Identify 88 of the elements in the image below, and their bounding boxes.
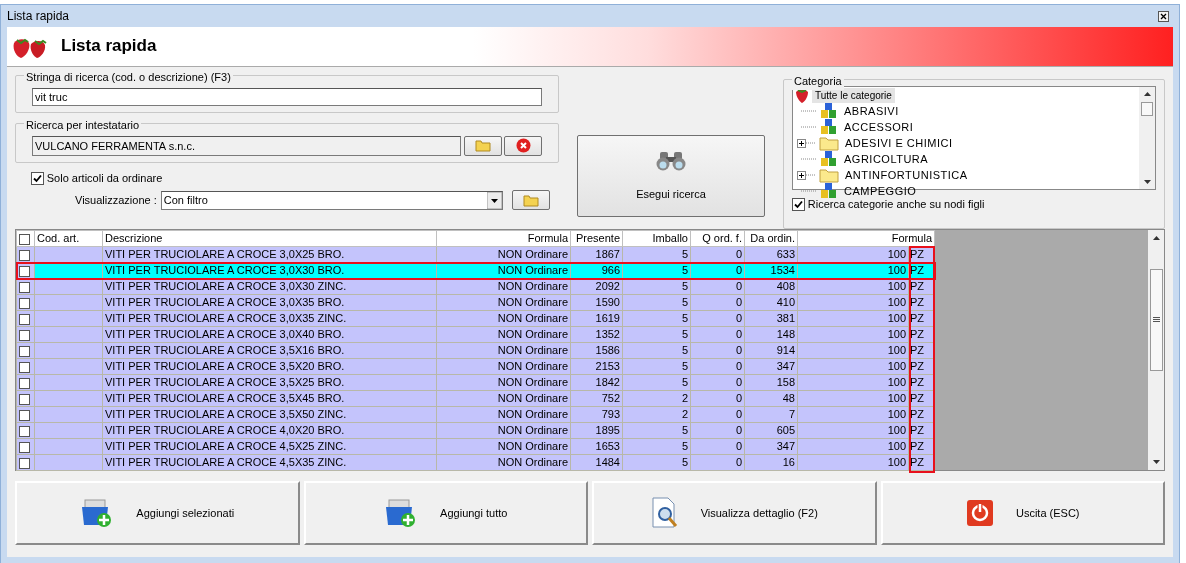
action-button[interactable]: Uscita (ESC): [880, 481, 1165, 545]
cubes-icon: [820, 183, 838, 199]
checkbox-label: Ricerca categorie anche su nodi figli: [807, 197, 985, 212]
strawberry-icon: [795, 87, 809, 103]
owner-field[interactable]: VULCANO FERRAMENTA s.n.c.: [32, 135, 461, 156]
checkbox-label: Solo articoli da ordinare: [46, 171, 163, 186]
folder-icon: [819, 135, 839, 151]
scrollbar[interactable]: [1139, 87, 1155, 189]
column-header[interactable]: Q ord. f.: [690, 230, 745, 247]
power-icon: [965, 499, 994, 527]
expand-icon[interactable]: [797, 138, 806, 148]
folder-icon: [474, 139, 491, 152]
checkbox[interactable]: [19, 393, 30, 405]
column-header[interactable]: Imballo: [622, 230, 691, 247]
search-field[interactable]: vit truc: [32, 88, 542, 106]
search-button[interactable]: Esegui ricerca: [577, 135, 765, 217]
checkbox[interactable]: [19, 377, 30, 389]
scroll-thumb[interactable]: [1149, 269, 1163, 371]
checkbox[interactable]: [19, 409, 30, 421]
checkbox[interactable]: [19, 329, 30, 341]
checkbox[interactable]: [19, 345, 30, 357]
column-header[interactable]: Presente: [570, 230, 623, 247]
view-dropdown[interactable]: Con filtro: [160, 190, 503, 210]
document-magnifier-icon: [650, 497, 679, 529]
tree-item[interactable]: ACCESSORI: [841, 118, 917, 136]
table-cell: 5: [622, 262, 691, 279]
checkbox[interactable]: [19, 425, 30, 437]
checkbox[interactable]: [19, 441, 30, 453]
tree-item[interactable]: Tutte le categorie: [812, 87, 895, 103]
browse-button[interactable]: [463, 135, 502, 156]
column-header[interactable]: Cod. art.: [34, 230, 103, 247]
header-title: Lista rapida: [61, 36, 157, 57]
dropdown-arrow-icon[interactable]: [486, 191, 502, 209]
scroll-up-icon[interactable]: [1142, 90, 1152, 99]
checkbox[interactable]: [19, 281, 30, 293]
tree-line: [801, 126, 817, 128]
folder-icon: [819, 167, 839, 183]
tree-line: [806, 174, 816, 176]
column-header[interactable]: Formula: [436, 230, 571, 247]
tree-line: [806, 142, 816, 144]
action-button[interactable]: Aggiungi tutto: [303, 481, 588, 545]
cubes-icon: [820, 151, 838, 167]
tree-item[interactable]: AGRICOLTURA: [841, 150, 932, 168]
column-header[interactable]: Descrizione: [102, 230, 437, 247]
table-cell: 100: [797, 262, 909, 279]
field-label: Visualizzazione :: [75, 192, 157, 208]
table-cell: 1534: [744, 262, 798, 279]
selected-row-frame[interactable]: VITI PER TRUCIOLARE A CROCE 3,0X30 BRO. NON Ordinare 966 5 0 1534 100 PZ: [16, 262, 935, 279]
binoculars-icon: [654, 149, 688, 172]
table-cell: NON Ordinare: [436, 262, 571, 279]
table-cell: 0: [690, 262, 745, 279]
checkbox[interactable]: [19, 457, 30, 469]
folder-button[interactable]: [512, 190, 551, 210]
tree-item[interactable]: CAMPEGGIO: [841, 182, 920, 200]
dropdown-value: Con filtro: [163, 192, 208, 208]
tree-line: [801, 158, 817, 160]
window-title: Lista rapida: [7, 8, 70, 25]
table-cell: VITI PER TRUCIOLARE A CROCE 3,0X30 BRO.: [102, 262, 437, 279]
expand-icon[interactable]: [797, 170, 806, 180]
tree-line: [801, 110, 817, 112]
tree-item[interactable]: ADESIVI E CHIMICI: [842, 134, 956, 152]
checkbox[interactable]: [19, 313, 30, 325]
action-button[interactable]: Aggiungi selezionati: [15, 481, 300, 545]
scroll-down-icon[interactable]: [1151, 457, 1161, 466]
clear-button[interactable]: [504, 135, 542, 156]
action-button[interactable]: Visualizza dettaglio (F2): [592, 481, 877, 545]
column-header[interactable]: Formula: [797, 230, 935, 247]
scroll-up-icon[interactable]: [1151, 234, 1161, 243]
cancel-icon: [515, 138, 531, 153]
checkbox[interactable]: [19, 249, 30, 261]
cubes-icon: [820, 119, 838, 135]
folder-icon: [523, 193, 540, 207]
close-icon[interactable]: [1158, 10, 1169, 22]
column-header[interactable]: Da ordin.: [744, 230, 798, 247]
tree-item[interactable]: ABRASIVI: [841, 102, 902, 120]
grip-icon: [1152, 317, 1160, 323]
checkbox[interactable]: [19, 265, 30, 277]
checkbox[interactable]: [31, 171, 44, 185]
tree-item[interactable]: ANTINFORTUNISTICA: [842, 166, 971, 184]
scrollbar[interactable]: [1148, 230, 1164, 470]
checkbox[interactable]: [792, 197, 805, 211]
checkbox[interactable]: [19, 233, 30, 245]
scroll-down-icon[interactable]: [1142, 177, 1152, 186]
cubes-icon: [820, 103, 838, 119]
scroll-thumb[interactable]: [1141, 102, 1153, 116]
checkbox[interactable]: [19, 361, 30, 373]
checkbox[interactable]: [19, 297, 30, 309]
table-cell: 966: [570, 262, 623, 279]
